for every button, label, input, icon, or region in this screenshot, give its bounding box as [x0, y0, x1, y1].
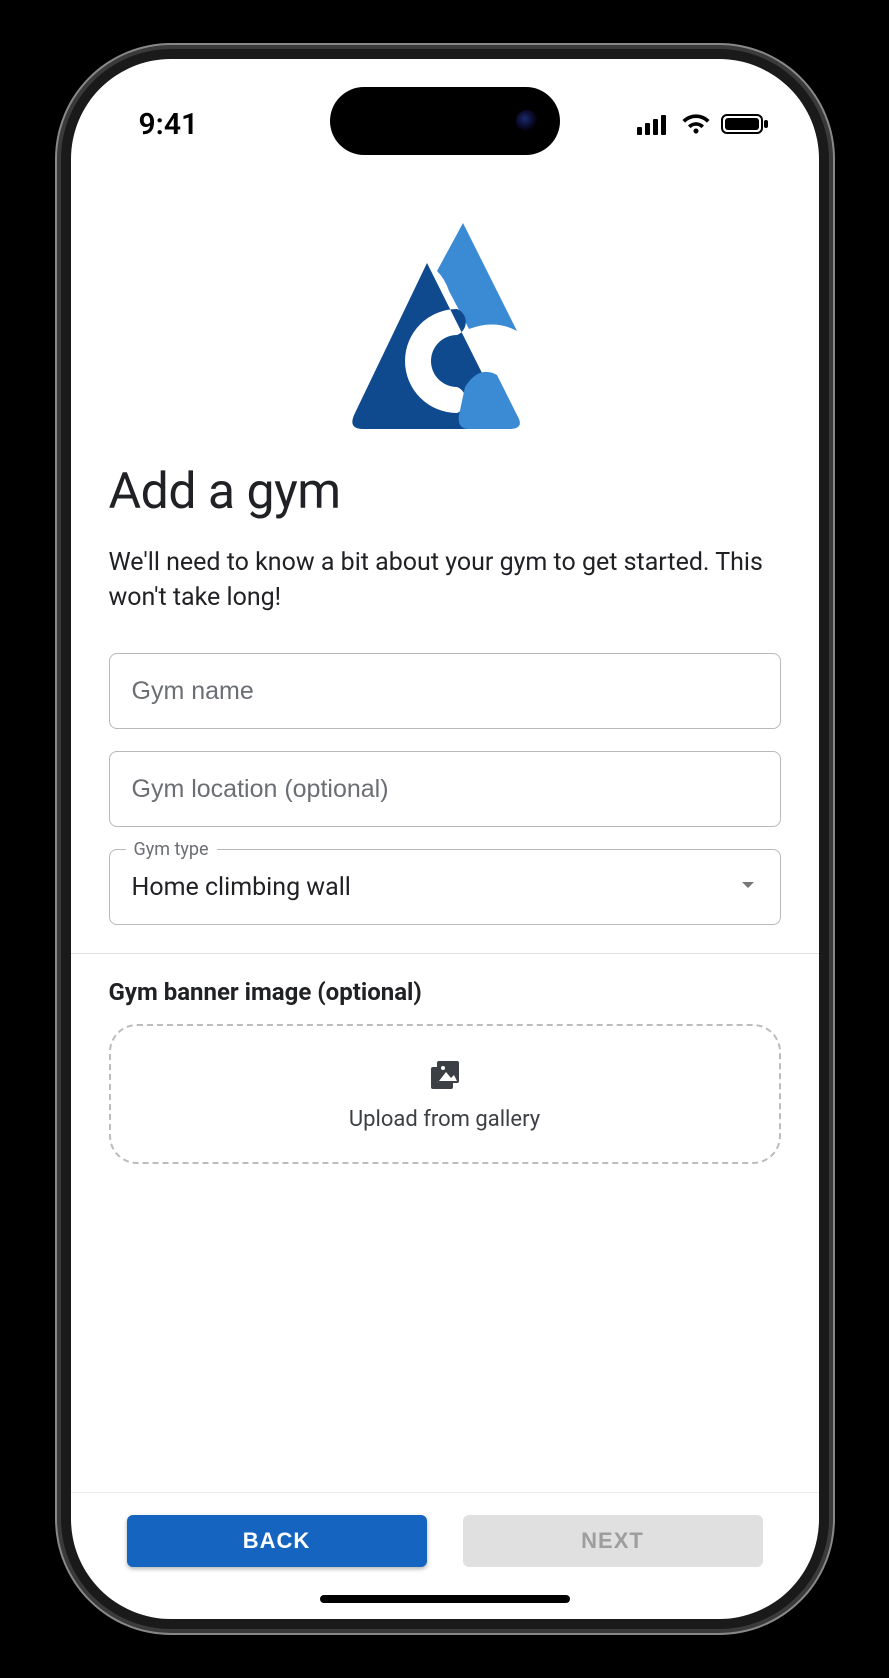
phone-frame: 9:41 [71, 59, 819, 1619]
status-time: 9:41 [139, 107, 199, 142]
camera-icon [516, 110, 538, 132]
mountain-logo-icon [345, 219, 545, 429]
screen: Add a gym We'll need to know a bit about… [71, 59, 819, 1619]
upload-label: Upload from gallery [349, 1107, 540, 1132]
gallery-icon [427, 1057, 463, 1097]
upload-banner-button[interactable]: Upload from gallery [109, 1024, 781, 1164]
chevron-down-icon [738, 875, 758, 899]
gym-type-select[interactable]: Gym type Home climbing wall [109, 849, 781, 925]
next-button: NEXT [463, 1515, 763, 1567]
back-button[interactable]: BACK [127, 1515, 427, 1567]
gym-location-input[interactable] [132, 775, 758, 804]
gym-location-field[interactable] [109, 751, 781, 827]
page-subtitle: We'll need to know a bit about your gym … [109, 545, 781, 615]
gym-type-label: Gym type [126, 839, 217, 860]
gym-type-value: Home climbing wall [132, 873, 351, 902]
home-indicator[interactable] [320, 1595, 570, 1603]
battery-icon [721, 113, 769, 135]
status-icons [637, 113, 769, 135]
app-logo [109, 199, 781, 463]
banner-section-label: Gym banner image (optional) [109, 978, 781, 1006]
cellular-icon [637, 113, 671, 135]
content-scroll[interactable]: Add a gym We'll need to know a bit about… [71, 199, 819, 1492]
divider [71, 953, 819, 954]
page-title: Add a gym [109, 463, 781, 521]
dynamic-island [330, 87, 560, 155]
gym-name-input[interactable] [132, 677, 758, 706]
gym-name-field[interactable] [109, 653, 781, 729]
wifi-icon [681, 113, 711, 135]
